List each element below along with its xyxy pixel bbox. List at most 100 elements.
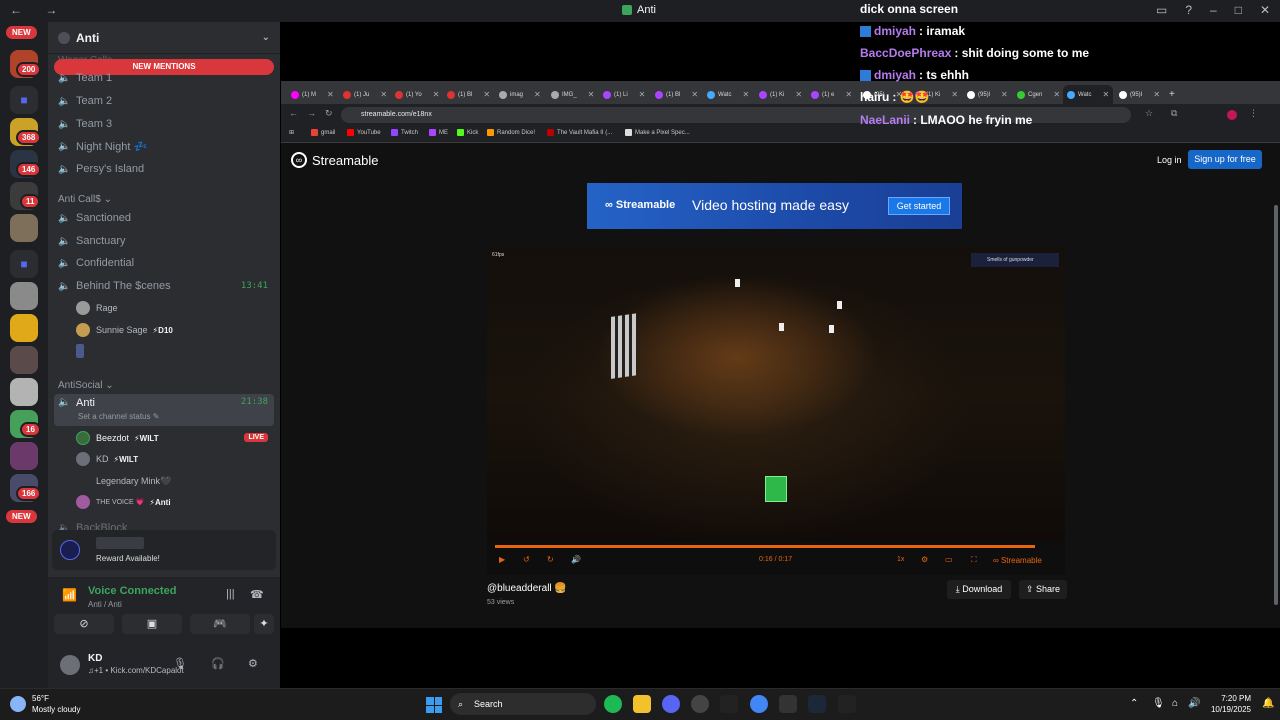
streamable-logo[interactable]: ∞ Streamable [291,152,378,168]
browser-tab-active[interactable]: Watc ✕ [1063,85,1114,104]
voice-user[interactable]: KD ⚡WILT [76,450,138,468]
spotify-icon[interactable] [604,695,622,713]
download-button[interactable]: ⤓ Download [947,580,1011,599]
browser-tab[interactable]: (95)I ✕ [1119,85,1160,104]
progress-bar[interactable] [495,545,1035,548]
minimize-icon[interactable]: – [1210,3,1217,17]
soundboard-button[interactable]: ✦ [254,614,274,634]
bookmark[interactable]: Twitch [391,129,418,136]
bookmark[interactable]: The Vault Mafia II (... [547,129,612,136]
forward-icon[interactable]: → [307,108,316,118]
browser-tab[interactable]: Watc ✕ [707,85,749,104]
folder-icon[interactable]: ■ [10,86,38,114]
steam-icon[interactable] [808,695,826,713]
browser-tab[interactable]: IMG_ ✕ [551,85,594,104]
voice-user[interactable]: Sunnie Sage ⚡D10 [76,321,173,339]
settings-icon[interactable]: ⚙ [921,555,928,564]
close-icon[interactable]: ✕ [1260,3,1270,17]
voice-user[interactable] [76,342,90,360]
player-brand[interactable]: ∞ Streamable [993,556,1042,565]
voice-channel[interactable]: 🔈 Behind The $cenes 13:41 [54,276,274,296]
reload-icon[interactable]: ↻ [325,108,333,119]
speed-button[interactable]: 1x [897,556,904,563]
close-icon[interactable]: ✕ [433,90,440,99]
maximize-icon[interactable]: □ [1235,3,1242,17]
category-anti-calls[interactable]: Anti Call$ ⌄ [58,194,112,205]
bookmark[interactable]: YouTube [347,129,381,136]
server-icon[interactable] [10,346,38,374]
close-icon[interactable]: ✕ [845,90,852,99]
server-icon[interactable] [10,314,38,342]
close-icon[interactable]: ✕ [795,90,802,99]
screen-share-button[interactable]: ▣ [122,614,182,634]
share-button[interactable]: ⇪ Share [1019,580,1067,599]
gear-icon[interactable]: ⚙ [248,657,258,670]
voice-channel[interactable]: 🔈 Sanctuary [54,231,274,251]
close-icon[interactable]: ✕ [588,90,595,99]
server-icon[interactable] [10,214,38,242]
guild-header[interactable]: Anti ⌄ [48,22,280,54]
forward-icon[interactable]: ↻ [547,555,554,564]
voice-user[interactable]: THE VOICE 💗 ⚡Anti [76,493,171,511]
network-icon[interactable]: ⌂ [1172,698,1178,709]
epic-games-icon[interactable] [720,695,738,713]
new-pill[interactable]: NEW [6,510,37,523]
play-icon[interactable]: ▶ [499,555,505,564]
category-antisocial[interactable]: AntiSocial ⌄ [58,380,114,391]
apps-icon[interactable]: ⊞ [289,129,294,136]
browser-tab[interactable]: (1) Li ✕ [603,85,645,104]
reward-card[interactable]: Reward Available! [52,530,276,570]
browser-tab[interactable]: (95)l ✕ [967,85,1008,104]
browser-tab[interactable]: (1) Yo ✕ [395,85,439,104]
signal-icon[interactable]: 📶 [62,588,77,602]
signup-button[interactable]: Sign up for free [1188,150,1262,169]
clock[interactable]: 7:20 PM 10/19/2025 [1209,693,1251,715]
close-icon[interactable]: ✕ [1102,90,1109,99]
back-icon[interactable]: ← [289,108,298,118]
epic-games-icon[interactable] [838,695,856,713]
weather-widget[interactable]: 56°F Mostly cloudy [10,693,80,715]
ad-banner[interactable]: ∞ Streamable Video hosting made easy Get… [587,183,962,229]
notifications-icon[interactable]: 🔔 [1262,698,1274,709]
close-icon[interactable]: ✕ [951,90,958,99]
chrome-icon[interactable] [750,695,768,713]
disconnect-icon[interactable]: ☎ [250,588,264,601]
voice-user[interactable]: Legendary Mink🖤 [76,472,171,490]
chevron-up-icon[interactable]: ⌃ [1130,698,1138,709]
app-icon[interactable] [779,695,797,713]
taskbar-search[interactable]: ⌕ Search [450,693,596,715]
browser-tab[interactable]: (1) Ki ✕ [759,85,802,104]
close-icon[interactable]: ✕ [327,90,334,99]
get-started-button[interactable]: Get started [888,197,950,215]
avatar[interactable] [60,655,80,675]
channel-status[interactable]: Set a channel status ✎ [78,412,159,421]
new-tab-button[interactable]: + [1169,85,1175,104]
discord-icon[interactable] [662,695,680,713]
microphone-icon[interactable]: 🎙 [173,657,187,670]
close-icon[interactable]: ✕ [483,90,490,99]
uploader-name[interactable]: @blueadderall 🍔 [487,583,567,594]
voice-channel[interactable]: 🔈 Persy's Island [54,159,274,179]
bookmark-star-icon[interactable]: ☆ [1145,108,1153,119]
profile-avatar[interactable] [1227,110,1237,120]
volume-icon[interactable]: 🔊 [1188,698,1200,709]
menu-icon[interactable]: ⋮ [1249,108,1258,119]
new-pill[interactable]: NEW [6,26,37,39]
pip-icon[interactable]: ▭ [945,555,953,564]
browser-tab[interactable]: imag ✕ [499,85,541,104]
close-icon[interactable]: ✕ [691,90,698,99]
browser-tab[interactable]: (1) e ✕ [811,85,852,104]
microphone-icon[interactable]: 🎙 [1152,698,1165,709]
login-link[interactable]: Log in [1157,155,1182,165]
voice-channel[interactable]: 🔈 Confidential [54,253,274,273]
help-icon[interactable]: ? [1185,3,1192,17]
nav-arrows[interactable]: ← → [10,3,67,17]
volume-icon[interactable]: 🔊 [571,555,581,564]
folder-icon[interactable]: ■ [10,250,38,278]
browser-tab[interactable]: (1) M ✕ [291,85,334,104]
voice-channel[interactable]: 🔈 Sanctioned [54,208,274,228]
browser-tab[interactable]: (1) Ju ✕ [343,85,387,104]
browser-tab[interactable]: Cgen ✕ [1017,85,1060,104]
bookmark[interactable]: ME [429,129,448,136]
scrollbar[interactable] [1274,205,1278,605]
